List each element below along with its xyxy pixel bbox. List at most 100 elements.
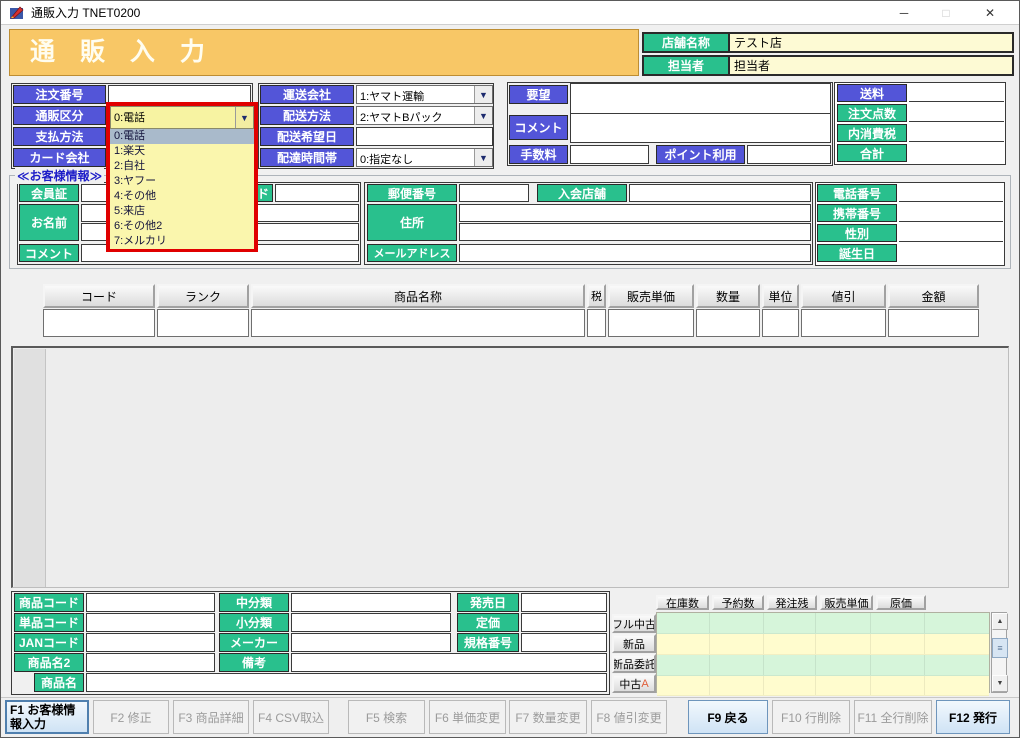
points-field[interactable]: [747, 145, 831, 164]
col-header-discount: 値引: [801, 284, 886, 308]
maximize-button[interactable]: □: [927, 1, 965, 24]
f2-edit-button: F2 修正: [93, 700, 169, 734]
product-name-field[interactable]: [86, 673, 607, 692]
f7-qty-change-button: F7 数量変更: [509, 700, 587, 734]
maker-field[interactable]: [291, 633, 451, 652]
category-option[interactable]: 3:ヤフー: [110, 174, 254, 189]
entry-cell-code[interactable]: [43, 309, 155, 337]
product-code-field[interactable]: [86, 593, 215, 612]
entry-cell-rank[interactable]: [157, 309, 249, 337]
category-option-list: 0:電話 1:楽天 2:自社 3:ヤフー 4:その他 5:来店 6:その他2 7…: [110, 129, 254, 249]
email-field[interactable]: [459, 244, 811, 262]
entry-cell-amount[interactable]: [888, 309, 979, 337]
join-store-field[interactable]: [629, 184, 811, 202]
request-field[interactable]: [570, 83, 831, 114]
category-value: 0:電話: [111, 107, 235, 128]
customer-name-label: お名前: [19, 204, 79, 241]
category-option[interactable]: 6:その他2: [110, 219, 254, 234]
delivery-time-select[interactable]: 0:指定なし ▼: [356, 148, 493, 167]
scroll-down-icon[interactable]: ▼: [992, 675, 1008, 692]
entry-cell-product-name[interactable]: [251, 309, 585, 337]
stock-row-label: 中古: [619, 676, 641, 692]
category-option[interactable]: 0:電話: [110, 129, 254, 144]
scrollbar-thumb[interactable]: ≡: [992, 638, 1008, 658]
address-field-2[interactable]: [459, 223, 811, 241]
staff-row: 担当者 担当者: [642, 55, 1014, 76]
f12-issue-button[interactable]: F12 発行: [936, 700, 1010, 734]
address-field-1[interactable]: [459, 204, 811, 222]
entry-cell-qty[interactable]: [696, 309, 760, 337]
customer-section-title: ≪お客様情報≫: [15, 167, 104, 184]
stock-row-full-used: フル中古: [612, 614, 656, 633]
ship-method-select[interactable]: 2:ヤマトBパック ▼: [356, 106, 493, 125]
fee-field[interactable]: [570, 145, 649, 164]
store-name-value[interactable]: テスト店: [729, 34, 1012, 51]
stock-scrollbar[interactable]: ▲ ≡ ▼: [991, 612, 1007, 693]
order-comment-field[interactable]: [570, 113, 831, 143]
zip-field[interactable]: [459, 184, 529, 202]
maker-label: メーカー: [219, 633, 289, 652]
birthday-label: 誕生日: [817, 244, 897, 262]
mobile-label: 携帯番号: [817, 204, 897, 222]
jan-code-field[interactable]: [86, 633, 215, 652]
stock-col-reserved: 予約数: [712, 595, 764, 610]
staff-value[interactable]: 担当者: [729, 57, 1012, 74]
close-button[interactable]: ✕: [969, 1, 1011, 24]
category-option[interactable]: 1:楽天: [110, 144, 254, 159]
shipping-fee-field[interactable]: [909, 84, 1004, 102]
category-option[interactable]: 7:メルカリ: [110, 234, 254, 249]
category-option[interactable]: 2:自社: [110, 159, 254, 174]
items-list-area[interactable]: [11, 346, 1009, 588]
product-name-label: 商品名: [34, 673, 84, 692]
release-date-field[interactable]: [521, 593, 607, 612]
f4-csv-import-button: F4 CSV取込: [253, 700, 329, 734]
category-select[interactable]: 0:電話 ▼: [110, 106, 254, 129]
phone-field[interactable]: [899, 184, 1003, 202]
stock-col-backorder: 発注残: [767, 595, 817, 610]
category-option[interactable]: 5:来店: [110, 204, 254, 219]
entry-cell-discount[interactable]: [801, 309, 886, 337]
product-name2-field[interactable]: [86, 653, 215, 672]
product-name2-label: 商品名2: [14, 653, 84, 672]
product-code-label: 商品コード: [14, 593, 84, 612]
entry-cell-tax[interactable]: [587, 309, 606, 337]
stock-col-cost: 原価: [876, 595, 926, 610]
entry-cell-unit[interactable]: [762, 309, 799, 337]
gender-field[interactable]: [899, 224, 1003, 242]
f1-customer-info-button[interactable]: F1 お客様情報入力: [5, 700, 89, 734]
entry-cell-unit-price[interactable]: [608, 309, 694, 337]
carrier-label: 運送会社: [260, 85, 354, 104]
list-price-field[interactable]: [521, 613, 607, 632]
stock-col-unit-price: 販売単価: [820, 595, 873, 610]
stock-row-label: 新品委託: [612, 656, 656, 672]
request-label: 要望: [509, 85, 568, 104]
birthday-field[interactable]: [899, 244, 1003, 262]
included-tax-label: 内消費税: [837, 124, 907, 142]
chevron-down-icon[interactable]: ▼: [235, 107, 253, 128]
order-count-label: 注文点数: [837, 104, 907, 122]
fee-label: 手数料: [509, 145, 568, 164]
jan-code-label: JANコード: [14, 633, 84, 652]
col-header-product-name: 商品名称: [251, 284, 585, 308]
note-field[interactable]: [291, 653, 607, 672]
scroll-up-icon[interactable]: ▲: [992, 613, 1008, 630]
single-code-field[interactable]: [86, 613, 215, 632]
join-store-label: 入会店舗: [537, 184, 627, 202]
f9-back-button[interactable]: F9 戻る: [688, 700, 768, 734]
mid-class-field[interactable]: [291, 593, 451, 612]
carrier-select[interactable]: 1:ヤマト運輸 ▼: [356, 85, 493, 104]
mid-class-label: 中分類: [219, 593, 289, 612]
small-class-field[interactable]: [291, 613, 451, 632]
standard-no-field[interactable]: [521, 633, 607, 652]
category-option[interactable]: 4:その他: [110, 189, 254, 204]
chevron-down-icon[interactable]: ▼: [474, 86, 492, 103]
ship-date-field[interactable]: [356, 127, 493, 146]
hidden-label-field[interactable]: [275, 184, 359, 202]
chevron-down-icon[interactable]: ▼: [474, 149, 492, 166]
stock-data-row: [657, 676, 989, 696]
stock-data-grid: [656, 612, 990, 693]
minimize-button[interactable]: ─: [885, 1, 923, 24]
chevron-down-icon[interactable]: ▼: [474, 107, 492, 124]
stock-col-stock: 在庫数: [656, 595, 709, 610]
mobile-field[interactable]: [899, 204, 1003, 222]
